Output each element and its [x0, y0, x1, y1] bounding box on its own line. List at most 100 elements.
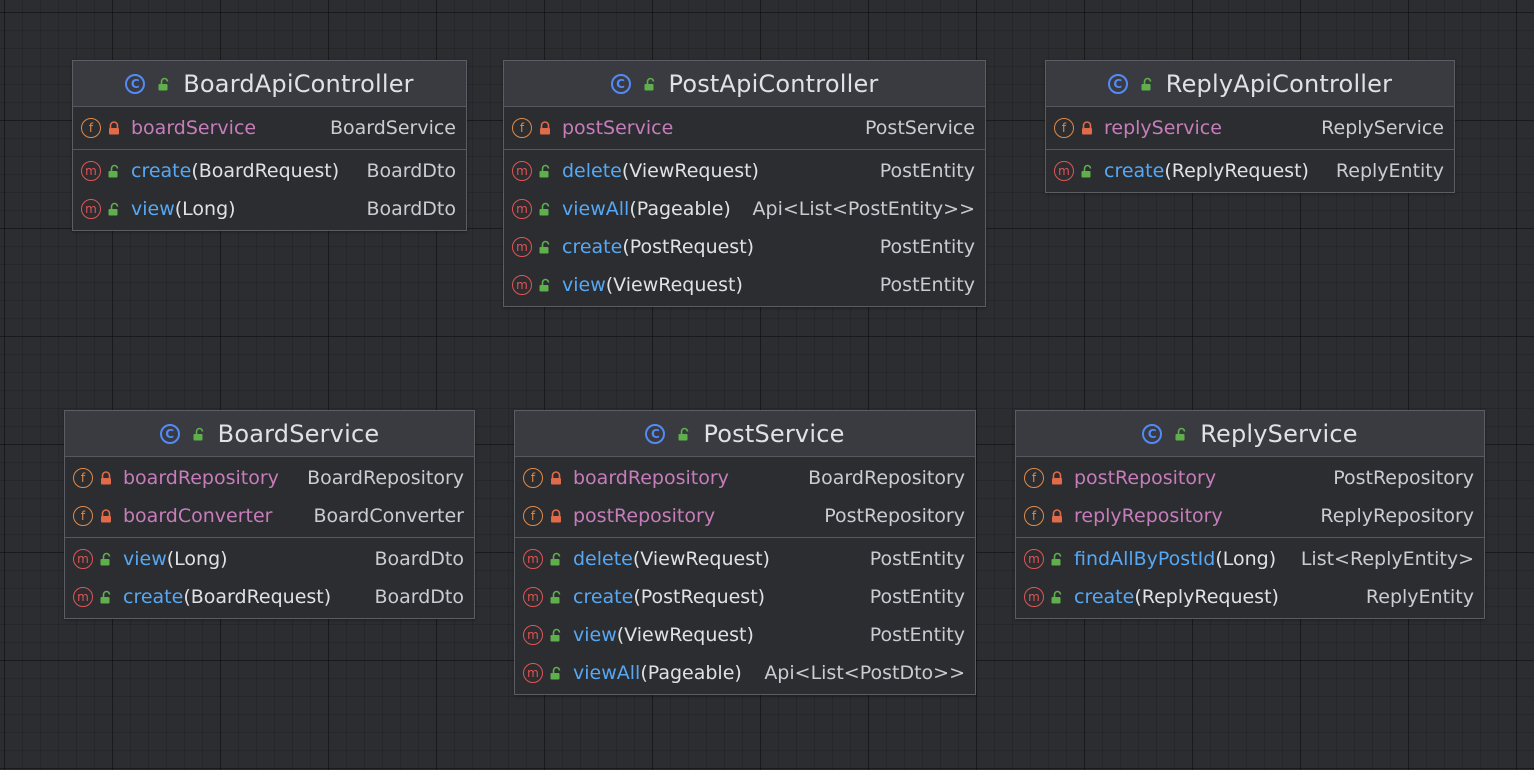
field-type: BoardConverter — [313, 505, 464, 527]
method-name: create — [562, 236, 623, 258]
public-lock-icon — [157, 77, 171, 91]
method-row[interactable]: m view (ViewRequest) PostEntity — [504, 266, 985, 304]
method-params: (BoardRequest) — [191, 160, 340, 182]
method-return-type: Api<List<PostEntity>> — [752, 198, 975, 220]
method-params: (Long) — [1215, 548, 1277, 570]
method-row[interactable]: m findAllByPostId (Long) List<ReplyEntity… — [1016, 540, 1484, 578]
method-return-type: PostEntity — [869, 586, 965, 608]
method-icon: m — [523, 549, 543, 569]
method-params: (Pageable) — [629, 198, 731, 220]
fields-section: f postRepository PostRepository f replyR… — [1016, 457, 1484, 537]
public-lock-icon — [538, 164, 552, 178]
field-name: postRepository — [1074, 467, 1217, 489]
method-return-type: PostEntity — [869, 548, 965, 570]
method-icon: m — [81, 199, 101, 219]
private-lock-icon — [1050, 509, 1064, 523]
public-lock-icon — [1050, 590, 1064, 604]
class-title: PostService — [703, 419, 845, 448]
field-name: boardConverter — [123, 505, 273, 527]
method-row[interactable]: m create (PostRequest) PostEntity — [504, 228, 985, 266]
method-params: (PostRequest) — [633, 586, 766, 608]
field-row[interactable]: f boardRepository BoardRepository — [515, 459, 975, 497]
method-name: findAllByPostId — [1074, 548, 1216, 570]
field-row[interactable]: f boardService BoardService — [73, 109, 466, 147]
method-name: view — [562, 274, 606, 296]
method-params: (ViewRequest) — [621, 160, 759, 182]
class-node-post-service[interactable]: C PostService f boardRepository BoardRep… — [514, 410, 976, 695]
method-params: (ReplyRequest) — [1164, 160, 1309, 182]
field-row[interactable]: f replyRepository ReplyRepository — [1016, 497, 1484, 535]
class-icon: C — [610, 73, 631, 94]
class-icon: C — [645, 423, 666, 444]
field-name: postService — [562, 117, 674, 139]
method-icon: m — [512, 275, 532, 295]
field-icon: f — [512, 118, 532, 138]
method-row[interactable]: m viewAll (Pageable) Api<List<PostDto>> — [515, 654, 975, 692]
class-header: C PostApiController — [504, 61, 985, 107]
method-params: (Long) — [166, 548, 228, 570]
method-icon: m — [512, 237, 532, 257]
field-row[interactable]: f boardConverter BoardConverter — [65, 497, 474, 535]
method-row[interactable]: m view (Long) BoardDto — [65, 540, 474, 578]
field-icon: f — [81, 118, 101, 138]
field-row[interactable]: f replyService ReplyService — [1046, 109, 1454, 147]
fields-section: f boardRepository BoardRepository f post… — [515, 457, 975, 537]
field-row[interactable]: f postRepository PostRepository — [515, 497, 975, 535]
field-row[interactable]: f boardRepository BoardRepository — [65, 459, 474, 497]
method-row[interactable]: m create (BoardRequest) BoardDto — [65, 578, 474, 616]
field-icon: f — [1024, 468, 1044, 488]
method-row[interactable]: m viewAll (Pageable) Api<List<PostEntity>… — [504, 190, 985, 228]
method-row[interactable]: m view (ViewRequest) PostEntity — [515, 616, 975, 654]
public-lock-icon — [107, 202, 121, 216]
methods-section: m delete (ViewRequest) PostEntity m creat… — [515, 537, 975, 694]
method-name: create — [573, 586, 634, 608]
method-row[interactable]: m create (PostRequest) PostEntity — [515, 578, 975, 616]
method-return-type: BoardDto — [374, 586, 464, 608]
method-row[interactable]: m create (ReplyRequest) ReplyEntity — [1046, 152, 1454, 190]
method-row[interactable]: m delete (ViewRequest) PostEntity — [515, 540, 975, 578]
field-row[interactable]: f postRepository PostRepository — [1016, 459, 1484, 497]
method-row[interactable]: m delete (ViewRequest) PostEntity — [504, 152, 985, 190]
field-type: BoardRepository — [307, 467, 464, 489]
method-icon: m — [73, 549, 93, 569]
class-icon: C — [125, 73, 146, 94]
public-lock-icon — [192, 427, 206, 441]
public-lock-icon — [538, 278, 552, 292]
class-node-reply-service[interactable]: C ReplyService f postRepository PostRepo… — [1015, 410, 1485, 619]
class-node-post-api-controller[interactable]: C PostApiController f postService PostSe… — [503, 60, 986, 307]
field-row[interactable]: f postService PostService — [504, 109, 985, 147]
class-node-board-service[interactable]: C BoardService f boardRepository BoardRe… — [64, 410, 475, 619]
method-name: view — [573, 624, 617, 646]
methods-section: m delete (ViewRequest) PostEntity m viewA… — [504, 149, 985, 306]
method-name: create — [131, 160, 192, 182]
public-lock-icon — [549, 628, 563, 642]
method-row[interactable]: m create (ReplyRequest) ReplyEntity — [1016, 578, 1484, 616]
method-params: (ViewRequest) — [605, 274, 743, 296]
field-name: boardRepository — [123, 467, 279, 489]
method-icon: m — [523, 625, 543, 645]
class-header: C PostService — [515, 411, 975, 457]
public-lock-icon — [643, 77, 657, 91]
class-header: C ReplyService — [1016, 411, 1484, 457]
method-params: (BoardRequest) — [183, 586, 332, 608]
method-icon: m — [512, 161, 532, 181]
method-return-type: PostEntity — [879, 160, 975, 182]
public-lock-icon — [1140, 77, 1154, 91]
method-row[interactable]: m view (Long) BoardDto — [73, 190, 466, 228]
public-lock-icon — [549, 590, 563, 604]
methods-section: m create (ReplyRequest) ReplyEntity — [1046, 149, 1454, 192]
field-icon: f — [73, 506, 93, 526]
field-type: PostRepository — [824, 505, 965, 527]
method-return-type: BoardDto — [366, 160, 456, 182]
public-lock-icon — [538, 202, 552, 216]
class-node-board-api-controller[interactable]: C BoardApiController f boardService Boar… — [72, 60, 467, 231]
method-params: (Pageable) — [640, 662, 742, 684]
class-node-reply-api-controller[interactable]: C ReplyApiController f replyService Repl… — [1045, 60, 1455, 193]
class-icon: C — [159, 423, 180, 444]
public-lock-icon — [1050, 552, 1064, 566]
class-title: BoardService — [217, 419, 380, 448]
method-name: view — [131, 198, 175, 220]
method-icon: m — [1054, 161, 1074, 181]
field-icon: f — [1054, 118, 1074, 138]
method-row[interactable]: m create (BoardRequest) BoardDto — [73, 152, 466, 190]
